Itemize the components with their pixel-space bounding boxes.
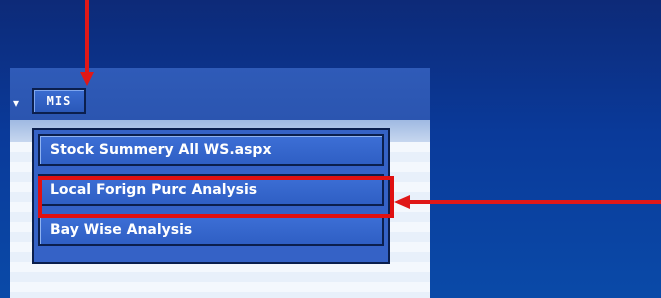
mis-menu-button[interactable]: MIS <box>32 88 86 114</box>
annotation-arrow-left <box>408 200 661 204</box>
mis-dropdown-menu: Stock Summery All WS.aspx Local Forign P… <box>32 128 390 264</box>
menu-item-stock-summery-all-ws[interactable]: Stock Summery All WS.aspx <box>38 134 384 166</box>
arrow-left-icon <box>394 195 410 209</box>
menu-item-local-forign-purc-analysis[interactable]: Local Forign Purc Analysis <box>38 174 384 206</box>
chevron-down-icon[interactable]: ▾ <box>10 90 34 116</box>
menu-item-bay-wise-analysis[interactable]: Bay Wise Analysis <box>38 214 384 246</box>
arrow-down-icon <box>80 72 94 86</box>
annotation-arrow-down <box>85 0 89 74</box>
